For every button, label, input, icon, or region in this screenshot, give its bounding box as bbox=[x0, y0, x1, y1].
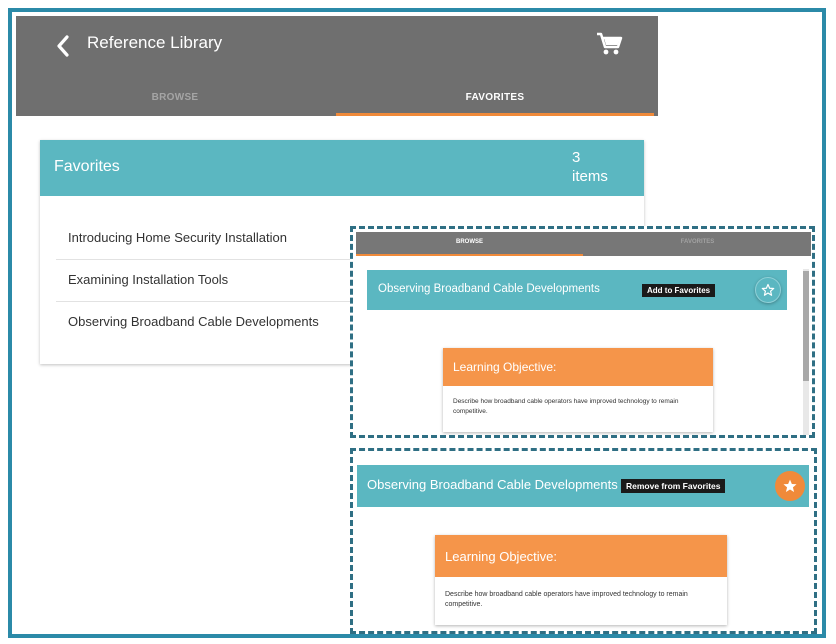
screenshot-frame: Reference Library BROWSE FAVORITES Favor… bbox=[8, 8, 826, 638]
learning-objective-header: Learning Objective: bbox=[443, 348, 713, 386]
learning-objective-header: Learning Objective: bbox=[435, 535, 727, 577]
learning-objective-title: Learning Objective: bbox=[445, 549, 558, 564]
favorites-count-number: 3 bbox=[572, 149, 581, 166]
add-to-favorites-tooltip: Add to Favorites bbox=[642, 284, 716, 297]
tab-favorites[interactable]: FAVORITES bbox=[584, 232, 811, 256]
learning-objective-text: Describe how broadband cable operators h… bbox=[445, 591, 688, 608]
app-bar: Reference Library BROWSE FAVORITES bbox=[16, 16, 658, 116]
callout-remove-from-favorites: Observing Broadband Cable Developments R… bbox=[350, 448, 817, 634]
tab-browse[interactable]: BROWSE bbox=[356, 232, 583, 256]
topic-header: Observing Broadband Cable Developments A… bbox=[367, 270, 787, 310]
tab-browse[interactable]: BROWSE bbox=[16, 86, 334, 116]
scrollbar-thumb[interactable] bbox=[803, 271, 809, 381]
remove-favorite-button[interactable] bbox=[775, 471, 805, 501]
learning-objective-text: Describe how broadband cable operators h… bbox=[453, 398, 679, 415]
learning-objective-card: Learning Objective: Describe how broadba… bbox=[435, 535, 727, 625]
chevron-left-icon[interactable] bbox=[54, 34, 72, 58]
star-filled-icon bbox=[783, 479, 797, 492]
topic-title: Observing Broadband Cable Developments bbox=[367, 477, 618, 492]
tab-favorites[interactable]: FAVORITES bbox=[336, 86, 654, 116]
topic-header: Observing Broadband Cable Developments R… bbox=[357, 465, 809, 507]
star-outline-icon bbox=[761, 283, 774, 296]
callout-add-to-favorites: BROWSE FAVORITES Observing Broadband Cab… bbox=[350, 226, 815, 438]
shopping-cart-icon[interactable] bbox=[596, 31, 624, 57]
favorites-count: 3 items bbox=[572, 148, 608, 186]
favorites-count-unit: items bbox=[572, 168, 608, 185]
page-title: Reference Library bbox=[87, 33, 223, 52]
learning-objective-card: Learning Objective: Describe how broadba… bbox=[443, 348, 713, 432]
favorites-header: Favorites 3 items bbox=[40, 140, 644, 196]
callout-tab-bar: BROWSE FAVORITES bbox=[356, 232, 811, 256]
topic-title: Observing Broadband Cable Developments bbox=[378, 283, 600, 295]
remove-from-favorites-tooltip: Remove from Favorites bbox=[621, 479, 726, 493]
learning-objective-title: Learning Objective: bbox=[453, 360, 557, 374]
favorites-title: Favorites bbox=[54, 158, 120, 175]
add-favorite-button[interactable] bbox=[755, 277, 781, 303]
